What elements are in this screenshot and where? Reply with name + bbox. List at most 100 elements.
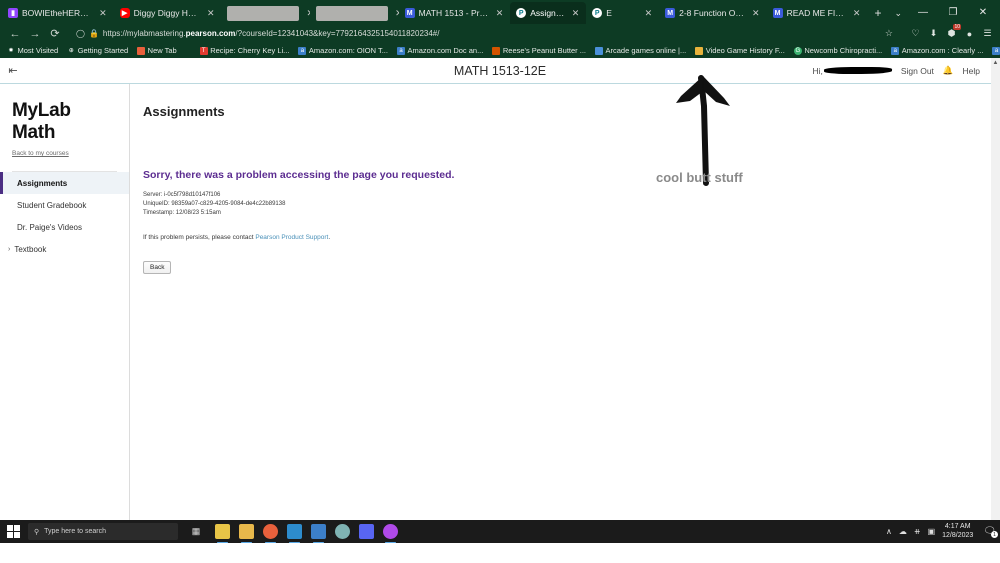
tab-title: BOWIEtheHERO - Twitch: [22, 8, 92, 18]
close-icon[interactable]: ✕: [96, 8, 110, 19]
maximize-button[interactable]: ❐: [938, 0, 968, 24]
close-icon[interactable]: ✕: [493, 8, 507, 19]
show-hidden-icons[interactable]: ∧: [886, 527, 892, 536]
bookmark-item[interactable]: New Tab: [134, 46, 180, 55]
sidebar-item-dr-paiges-videos[interactable]: Dr. Paige's Videos: [0, 216, 129, 238]
error-timestamp: Timestamp: 12/08/23 5:15am: [143, 209, 221, 216]
search-icon: ⚲: [34, 528, 40, 536]
new-tab-button[interactable]: +: [867, 2, 888, 24]
mylab-icon: M: [772, 8, 783, 18]
tab-strip: ▮ BOWIEtheHERO - Twitch ✕ ▶ Diggy Diggy …: [0, 0, 1000, 24]
onedrive-icon[interactable]: ☁: [899, 527, 907, 536]
reload-icon[interactable]: ⟳: [46, 25, 64, 42]
bookmark-item[interactable]: Video Game History F...: [692, 46, 788, 55]
scrollbar[interactable]: ▲ ▼: [991, 58, 1000, 543]
bookmark-item[interactable]: G Newcomb Chiropracti...: [791, 46, 885, 55]
bell-icon[interactable]: 🔔: [943, 65, 954, 76]
task-view-icon[interactable]: ▦: [183, 520, 209, 543]
bookmark-item[interactable]: a Amazon.com: livho 2 ...: [989, 46, 1000, 55]
shield-icon[interactable]: ◯: [76, 29, 85, 38]
close-icon[interactable]: ✕: [642, 8, 656, 19]
error-heading: Sorry, there was a problem accessing the…: [143, 169, 455, 181]
sidebar-item-student-gradebook[interactable]: Student Gradebook: [0, 194, 129, 216]
help-link[interactable]: Help: [963, 66, 980, 76]
browser-tab[interactable]: M MATH 1513 - Precalculu ✕: [399, 2, 511, 24]
search-input[interactable]: ⚲ Type here to search: [28, 523, 178, 540]
getting-started-icon: ⊕: [68, 48, 74, 54]
sidebar: MyLab Math Back to my courses Assignment…: [0, 84, 130, 543]
pearson-icon: P: [516, 8, 527, 18]
app-icon-paint[interactable]: [335, 524, 350, 539]
close-icon[interactable]: ✕: [850, 8, 864, 19]
star-icon[interactable]: ☆: [885, 28, 893, 39]
window-controls: — ❐ ✕: [908, 0, 998, 24]
browser-tab-active[interactable]: P Assignments ✕: [510, 2, 587, 24]
app-menu-icon[interactable]: ☰: [981, 27, 994, 40]
lock-icon[interactable]: 🔒: [89, 29, 99, 38]
back-button[interactable]: Back: [143, 260, 172, 274]
tab-title: Assignments: [530, 8, 564, 18]
browser-tab[interactable]: M 2-8 Function Operation ✕: [659, 2, 766, 24]
redaction-block: [316, 5, 389, 21]
bookmark-item[interactable]: T Recipe: Cherry Key Li...: [197, 46, 293, 55]
bookmark-item[interactable]: ✸ Most Visited: [4, 46, 61, 55]
bookmark-item[interactable]: a Amazon.com : Clearly ...: [888, 46, 986, 55]
app-icon-media[interactable]: [383, 524, 398, 543]
tab-title: READ ME FIRST.pdf: [786, 8, 846, 18]
app-icon-calculator[interactable]: [311, 524, 326, 543]
browser-tab[interactable]: ▮ BOWIEtheHERO - Twitch ✕: [2, 2, 114, 24]
browser-tab[interactable]: ▶ Diggy Diggy Hole - You ✕: [114, 2, 222, 24]
close-icon[interactable]: ✕: [569, 8, 583, 19]
sidebar-item-textbook[interactable]: › Textbook: [0, 238, 129, 260]
taskbar-app-icons: [215, 524, 398, 543]
browser-tab[interactable]: P Error ✕: [586, 2, 659, 24]
action-center-icon[interactable]: 🗨 1: [980, 526, 998, 538]
browser-tab-redacted[interactable]: ✕: [221, 2, 310, 24]
brand-title: MyLab Math: [12, 100, 71, 143]
list-all-tabs-button[interactable]: ⌄: [888, 2, 908, 24]
downloads-icon[interactable]: ⬇: [927, 27, 940, 40]
bookmark-item[interactable]: a Amazon.com Doc an...: [394, 46, 486, 55]
app-icon-store[interactable]: [215, 524, 230, 543]
page-body: MyLab Math Back to my courses Assignment…: [0, 84, 1000, 543]
forward-icon[interactable]: →: [26, 25, 44, 42]
bookmark-item[interactable]: ⊕ Getting Started: [64, 46, 131, 55]
back-to-courses-link[interactable]: Back to my courses: [0, 144, 129, 157]
bookmark-item[interactable]: Reese's Peanut Butter ...: [489, 46, 589, 55]
close-icon[interactable]: ✕: [303, 8, 310, 19]
scroll-up-icon[interactable]: ▲: [991, 58, 1000, 67]
account-icon[interactable]: ●: [963, 27, 976, 40]
pocket-icon[interactable]: ♡: [909, 27, 922, 40]
app-icon-firefox[interactable]: [263, 524, 278, 543]
volume-icon[interactable]: ⧺: [914, 527, 921, 536]
app-icon-discord[interactable]: [359, 524, 374, 539]
app-icon-file-explorer[interactable]: [239, 524, 254, 543]
sidebar-item-label: Assignments: [17, 178, 68, 188]
redacted-user-name: [823, 67, 892, 74]
app-icon-mail[interactable]: [287, 524, 302, 543]
address-bar[interactable]: ◯ 🔒 https://mylabmastering.pearson.com/?…: [70, 26, 899, 41]
back-icon[interactable]: ←: [6, 25, 24, 42]
close-window-button[interactable]: ✕: [968, 0, 998, 24]
collapse-panel-icon[interactable]: ⇤: [0, 64, 26, 77]
minimize-button[interactable]: —: [908, 0, 938, 24]
browser-tab[interactable]: M READ ME FIRST.pdf ✕: [767, 2, 868, 24]
bookmark-item[interactable]: Arcade games online |...: [592, 46, 689, 55]
sign-out-link[interactable]: Sign Out: [901, 66, 934, 76]
reeses-icon: [492, 46, 501, 55]
taskbar: ⚲ Type here to search ▦ ∧ ☁ ⧺ ▣ 4:17 AM …: [0, 520, 1000, 543]
windows-start-icon[interactable]: [0, 520, 26, 543]
tab-title: Error: [606, 8, 612, 18]
arcade-icon: [595, 46, 604, 55]
close-icon[interactable]: ✕: [749, 8, 763, 19]
error-persist-line: If this problem persists, please contact…: [143, 234, 1000, 241]
bookmark-item[interactable]: a Amazon.com: OION T...: [295, 46, 391, 55]
extension-icon[interactable]: ⬢ 10: [945, 24, 961, 40]
pearson-product-support-link[interactable]: Pearson Product Support: [255, 234, 328, 241]
close-icon[interactable]: ✕: [392, 8, 399, 19]
browser-tab-redacted[interactable]: ✕: [310, 2, 399, 24]
clock[interactable]: 4:17 AM 12/8/2023: [942, 523, 973, 541]
sidebar-item-assignments[interactable]: Assignments: [0, 172, 129, 194]
network-icon[interactable]: ▣: [928, 527, 936, 536]
close-icon[interactable]: ✕: [204, 8, 218, 19]
